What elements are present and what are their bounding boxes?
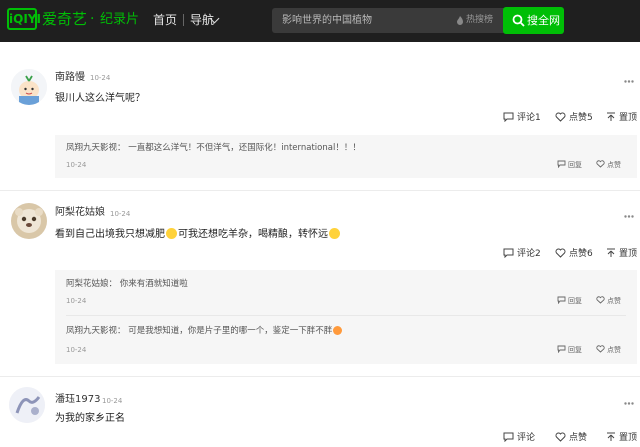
comment-text-part2: 可我还想吃羊杂，喝精酿，转怀远	[178, 229, 328, 240]
reply-like-label: 点赞	[607, 346, 621, 354]
hot-list-icon	[457, 16, 463, 25]
like-count: 点赞6	[569, 249, 593, 259]
search-button-label: 搜全网	[527, 14, 560, 27]
reply-like-label: 点赞	[607, 161, 621, 169]
heart-icon	[555, 112, 566, 122]
pin-top-label: 置顶	[619, 249, 638, 259]
reply-item: 凤翔九天影视： 可是我想知道，你是片子里的哪一个，鉴定一下胖不胖	[66, 325, 343, 337]
like-button[interactable]: 点赞6	[555, 248, 593, 260]
comment-username[interactable]: 南路慢	[55, 71, 85, 85]
reply-like-button[interactable]: 点赞	[596, 296, 621, 306]
reply-username[interactable]: 凤翔九天影视	[66, 143, 117, 153]
comment-text: 看到自己出境我只想减肥 可我还想吃羊杂，喝精酿，转怀远	[55, 227, 341, 243]
comment-time: 10-24	[102, 397, 123, 405]
reply-button[interactable]: 回复	[557, 296, 582, 306]
comment-count: 评论1	[517, 113, 541, 123]
top-icon	[607, 248, 615, 257]
heart-icon	[596, 345, 605, 353]
more-icon[interactable]	[624, 402, 634, 405]
pin-top-button[interactable]: 置顶	[606, 248, 637, 260]
like-button[interactable]: 点赞5	[555, 112, 593, 124]
nav-home[interactable]: 首页	[153, 12, 177, 28]
comment-icon	[503, 432, 514, 443]
iqiyi-logo[interactable]: iQIYI	[7, 8, 41, 30]
hot-list-link[interactable]: 热搜榜	[466, 14, 493, 27]
reply-item: 凤翔九天影视： 一直都这么洋气！不但洋气，还国际化！international！…	[66, 143, 361, 153]
reply-time: 10-24	[66, 346, 87, 354]
comment-icon	[503, 112, 514, 123]
comment-divider	[0, 376, 640, 377]
comment-username[interactable]: 阿梨花姑娘	[55, 206, 105, 220]
comment-count: 评论2	[517, 249, 541, 259]
reply-username[interactable]: 阿梨花姑娘	[66, 279, 109, 289]
reply-time: 10-24	[66, 297, 87, 305]
search-button[interactable]: 搜全网	[503, 7, 564, 34]
emoji-icon	[166, 228, 177, 239]
reply-box: 凤翔九天影视： 一直都这么洋气！不但洋气，还国际化！international！…	[55, 135, 637, 178]
reply-text: 可是我想知道，你是片子里的哪一个，鉴定一下胖不胖	[128, 326, 333, 336]
search-input[interactable]	[282, 8, 442, 33]
nav-divider	[183, 14, 184, 26]
reply-time: 10-24	[66, 161, 87, 169]
more-icon[interactable]	[624, 215, 634, 218]
top-icon	[607, 112, 615, 121]
reply-button[interactable]: 回复	[557, 160, 582, 170]
reply-button[interactable]: 回复	[557, 345, 582, 355]
reply-divider	[66, 315, 626, 316]
avatar-image	[11, 69, 47, 105]
comment-divider	[0, 190, 640, 191]
avatar[interactable]	[11, 203, 47, 239]
logo-text[interactable]: 爱奇艺	[42, 9, 87, 29]
like-count: 点赞5	[569, 113, 593, 123]
heart-icon	[596, 296, 605, 304]
like-button[interactable]: 点赞	[555, 432, 587, 444]
comment-button[interactable]: 评论2	[503, 248, 541, 260]
search-box: 热搜榜	[272, 8, 504, 33]
comment-button[interactable]: 评论1	[503, 112, 541, 124]
avatar[interactable]	[11, 69, 47, 105]
reply-icon	[557, 160, 566, 169]
reply-icon	[557, 345, 566, 354]
more-icon[interactable]	[624, 80, 634, 83]
comment-username[interactable]: 潘珏1973	[55, 393, 100, 407]
reply-button-label: 回复	[568, 346, 582, 354]
search-icon	[512, 14, 525, 27]
pin-top-button[interactable]: 置顶	[606, 112, 637, 124]
channel-name[interactable]: 纪录片	[100, 10, 139, 30]
emoji-icon	[329, 228, 340, 239]
comment-time: 10-24	[110, 210, 131, 218]
comment-count: 评论	[517, 433, 536, 443]
reply-button-label: 回复	[568, 161, 582, 169]
reply-button-label: 回复	[568, 297, 582, 305]
reply-text: 你来有酒就知道啦	[119, 279, 188, 289]
avatar[interactable]	[9, 387, 45, 423]
pin-top-button[interactable]: 置顶	[606, 432, 637, 444]
logo-dot: ·	[90, 11, 95, 27]
heart-icon	[596, 160, 605, 168]
reply-like-button[interactable]: 点赞	[596, 345, 621, 355]
comment-time: 10-24	[90, 74, 111, 82]
heart-icon	[555, 432, 566, 442]
reply-box: 阿梨花姑娘： 你来有酒就知道啦 10-24 回复 点赞 凤翔九天影视： 可是我想…	[55, 270, 637, 364]
reply-username[interactable]: 凤翔九天影视	[66, 326, 117, 336]
comment-text: 为我的家乡正名	[55, 413, 125, 424]
pin-top-label: 置顶	[619, 113, 638, 123]
emoji-icon	[333, 326, 343, 335]
heart-icon	[555, 248, 566, 258]
reply-like-button[interactable]: 点赞	[596, 160, 621, 170]
top-icon	[607, 432, 615, 441]
comment-text-part1: 看到自己出境我只想减肥	[55, 229, 165, 240]
like-count: 点赞	[569, 433, 588, 443]
reply-icon	[557, 296, 566, 305]
avatar-image	[9, 387, 45, 423]
pin-top-label: 置顶	[619, 433, 638, 443]
reply-like-label: 点赞	[607, 297, 621, 305]
avatar-image	[11, 203, 47, 239]
reply-text: 一直都这么洋气！不但洋气，还国际化！international！！！	[128, 143, 361, 153]
comment-text: 银川人这么洋气呢？	[55, 93, 145, 104]
reply-item: 阿梨花姑娘： 你来有酒就知道啦	[66, 279, 188, 289]
top-nav-bar: iQIYI 爱奇艺 · 纪录片 首页 导航 热搜榜 搜全网	[0, 0, 640, 42]
comment-button[interactable]: 评论	[503, 432, 535, 444]
comment-icon	[503, 248, 514, 259]
